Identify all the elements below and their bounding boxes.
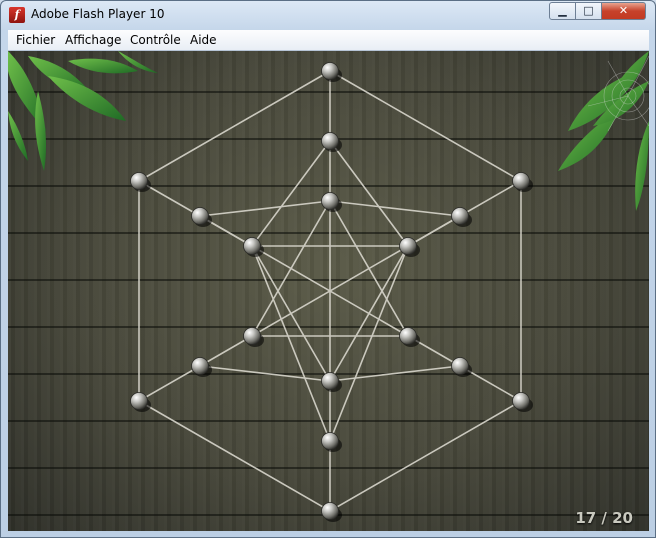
leaves-decoration-right (558, 51, 649, 211)
leaves-decoration-left (8, 51, 158, 171)
rope-edge (251, 245, 331, 442)
close-button[interactable]: ✕ (601, 2, 646, 20)
rope-edge (459, 180, 522, 217)
bead-node[interactable] (321, 62, 343, 83)
bead-node[interactable] (451, 357, 473, 378)
rope-edge (407, 215, 461, 247)
flash-player-window: f Adobe Flash Player 10 ▁ □ ✕ Fichier Af… (0, 0, 656, 538)
menu-fichier[interactable]: Fichier (16, 33, 55, 47)
rope-edge (329, 200, 409, 337)
menu-bar: Fichier Affichage Contrôle Aide (8, 30, 649, 51)
window-title: Adobe Flash Player 10 (31, 7, 165, 21)
level-counter: 17 / 20 (575, 509, 633, 527)
bead-node[interactable] (399, 327, 421, 348)
rope-edge (251, 245, 331, 382)
rope-edge (138, 365, 201, 402)
rope-edge (138, 400, 331, 512)
rope-edge (199, 335, 253, 367)
bead-node[interactable] (321, 432, 343, 453)
menu-aide[interactable]: Aide (190, 33, 217, 47)
title-bar[interactable]: f Adobe Flash Player 10 ▁ □ ✕ (1, 1, 655, 29)
bead-node[interactable] (512, 392, 534, 413)
bead-node[interactable] (191, 207, 213, 228)
bead-node[interactable] (321, 372, 343, 393)
bead-node[interactable] (512, 172, 534, 193)
flash-icon: f (9, 7, 25, 23)
rope-edge (251, 200, 331, 337)
maximize-button[interactable]: □ (575, 2, 602, 20)
minimize-button[interactable]: ▁ (549, 2, 576, 20)
rope-edge (199, 200, 331, 217)
rope-edge (199, 365, 331, 382)
game-board[interactable] (8, 51, 649, 531)
rope-edge (329, 200, 461, 217)
rope-edge (329, 365, 461, 382)
rope-edge (329, 245, 409, 382)
menu-affichage[interactable]: Affichage (65, 33, 121, 47)
rope-edge (329, 400, 522, 512)
bead-node[interactable] (243, 237, 265, 258)
rope-edge (138, 70, 331, 182)
rope-edge (251, 140, 331, 247)
menu-controle[interactable]: Contrôle (130, 33, 181, 47)
rope-edge (329, 245, 409, 442)
rope-edge (329, 70, 522, 182)
game-stage[interactable]: 17 / 20 (8, 51, 649, 531)
rope-edge (329, 140, 409, 247)
